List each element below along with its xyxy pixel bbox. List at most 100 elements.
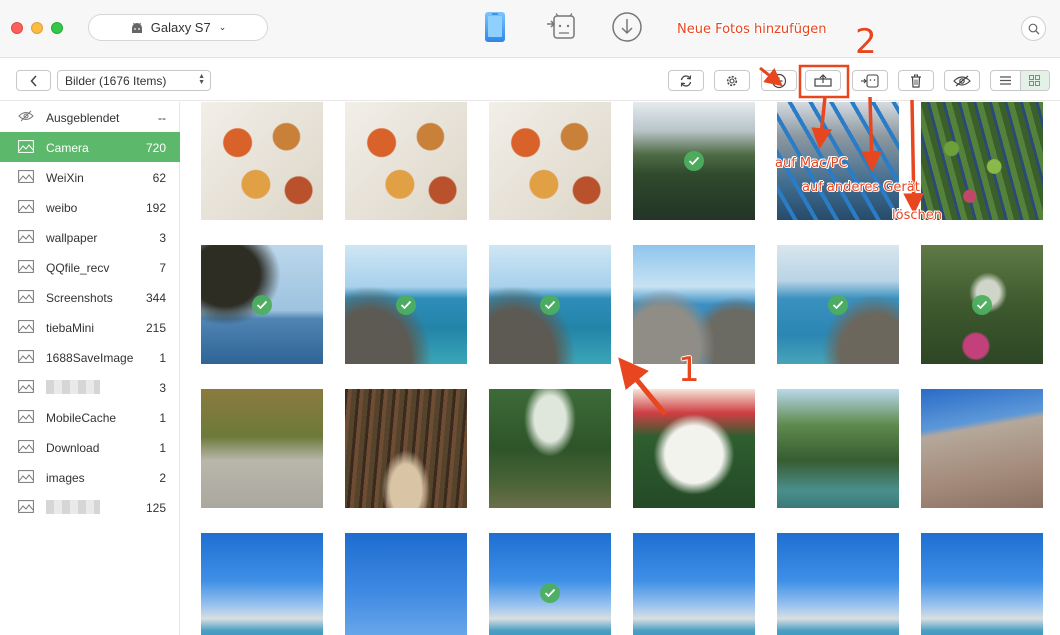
sidebar-item-label: Camera: [46, 141, 89, 155]
annotation-delete: löschen: [892, 208, 942, 223]
photo-thumbnail[interactable]: [201, 533, 323, 635]
image-icon: [18, 470, 34, 486]
photo-thumbnail[interactable]: [489, 389, 611, 508]
photo-thumbnail[interactable]: [345, 102, 467, 220]
image-icon: [18, 290, 34, 306]
annotation-step-two: 2: [855, 22, 877, 62]
image-icon: [18, 380, 34, 396]
sidebar-item[interactable]: weibo 192: [0, 192, 180, 222]
photo-thumbnail[interactable]: [777, 245, 899, 364]
phone-manager-icon[interactable]: [478, 10, 512, 44]
album-sidebar: Ausgeblendet -- Camera 720 WeiXin 62 weibo 192 w…: [0, 102, 180, 635]
image-icon: [18, 350, 34, 366]
annotation-add-photos: Neue Fotos hinzufügen: [677, 22, 827, 37]
sidebar-item-label: Download: [46, 441, 100, 455]
sidebar-item-count: 192: [145, 201, 166, 215]
export-to-computer-icon: [814, 73, 832, 87]
photo-thumbnail[interactable]: [633, 533, 755, 635]
image-icon: [18, 140, 34, 156]
sidebar-item[interactable]: Screenshots 344: [0, 282, 180, 312]
checkmark-icon: [540, 582, 560, 603]
image-icon: [18, 320, 34, 336]
close-window-button[interactable]: [11, 22, 23, 34]
sidebar-item-count: 7: [159, 261, 166, 275]
sidebar-item-count: 720: [145, 141, 166, 155]
hidden-eye-icon: [18, 110, 34, 125]
list-view-icon: [999, 76, 1011, 85]
photo-thumbnail[interactable]: [345, 245, 467, 364]
chevron-left-icon: [29, 74, 37, 87]
photo-thumbnail[interactable]: [921, 389, 1043, 508]
settings-button[interactable]: [714, 70, 750, 91]
checkmark-icon: [540, 294, 560, 315]
photo-thumbnail[interactable]: [201, 389, 323, 508]
sidebar-item-label: MobileCache: [46, 411, 117, 425]
photo-thumbnail[interactable]: [489, 245, 611, 364]
sidebar-item-count: 3: [159, 381, 166, 395]
device-selector[interactable]: Galaxy S7 ⌄: [88, 14, 268, 41]
photo-thumbnail[interactable]: [201, 245, 323, 364]
export-to-device-icon: [861, 73, 879, 88]
search-button[interactable]: [1021, 16, 1046, 41]
photo-thumbnail[interactable]: [633, 245, 755, 364]
sidebar-item[interactable]: tiebaMini 215: [0, 312, 180, 342]
sidebar-item[interactable]: MobileCache 1: [0, 402, 180, 432]
photo-thumbnail[interactable]: [921, 245, 1043, 364]
sidebar-item-label: WeiXin: [46, 171, 84, 185]
sidebar-item[interactable]: wallpaper 3: [0, 222, 180, 252]
sidebar-item[interactable]: images 2: [0, 462, 180, 492]
sidebar-item-label: wallpaper: [46, 231, 98, 245]
settings-icon: [726, 75, 738, 86]
photo-thumbnail[interactable]: [489, 533, 611, 635]
photo-thumbnail[interactable]: [777, 389, 899, 508]
image-icon: [18, 200, 34, 216]
export-to-computer-button[interactable]: [805, 70, 841, 91]
download-icon[interactable]: [610, 10, 644, 44]
checkmark-icon: [972, 294, 992, 315]
photo-thumbnail[interactable]: [201, 102, 323, 220]
grid-view-button[interactable]: [1019, 71, 1049, 90]
category-label: Bilder (1676 Items): [65, 73, 167, 88]
hide-icon: [953, 75, 971, 86]
annotation-step-one: 1: [678, 350, 700, 390]
back-button[interactable]: [16, 70, 51, 91]
minimize-window-button[interactable]: [31, 22, 43, 34]
category-dropdown[interactable]: Bilder (1676 Items) ▲ ▼: [57, 70, 211, 91]
android-icon: [131, 22, 142, 33]
hide-button[interactable]: [944, 70, 980, 91]
sidebar-item-count: 1: [159, 411, 166, 425]
photo-thumbnail[interactable]: [345, 389, 467, 508]
photo-thumbnail[interactable]: [633, 102, 755, 220]
annotation-to-mac: auf Mac/PC: [775, 156, 848, 171]
sidebar-item[interactable]: 3: [0, 372, 180, 402]
photo-thumbnail[interactable]: [921, 102, 1043, 220]
sidebar-item[interactable]: Camera 720: [0, 132, 180, 162]
photo-thumbnail[interactable]: [345, 533, 467, 635]
photo-grid: [181, 102, 1060, 635]
delete-button[interactable]: [898, 70, 934, 91]
sidebar-item-label: QQfile_recv: [46, 261, 110, 275]
image-icon: [18, 170, 34, 186]
sidebar-item[interactable]: 1688SaveImage 1: [0, 342, 180, 372]
photo-thumbnail[interactable]: [921, 533, 1043, 635]
refresh-button[interactable]: [668, 70, 704, 91]
view-toggle: [990, 70, 1050, 91]
image-icon: [18, 260, 34, 276]
sidebar-item-label: Ausgeblendet: [46, 111, 120, 125]
sidebar-item-label: 1688SaveImage: [46, 351, 134, 365]
sidebar-item[interactable]: Ausgeblendet --: [0, 102, 180, 132]
android-mover-icon[interactable]: [545, 10, 579, 44]
export-to-device-button[interactable]: [852, 70, 888, 91]
zoom-window-button[interactable]: [51, 22, 63, 34]
add-icon: [771, 73, 787, 88]
sidebar-item-count: --: [158, 111, 166, 125]
list-view-button[interactable]: [991, 71, 1020, 90]
sidebar-item[interactable]: WeiXin 62: [0, 162, 180, 192]
photo-thumbnail[interactable]: [489, 102, 611, 220]
photo-thumbnail[interactable]: [777, 533, 899, 635]
sidebar-item[interactable]: QQfile_recv 7: [0, 252, 180, 282]
sidebar-item[interactable]: Download 1: [0, 432, 180, 462]
add-photos-button[interactable]: [761, 70, 797, 91]
photo-thumbnail[interactable]: [633, 389, 755, 508]
sidebar-item[interactable]: 125: [0, 492, 180, 522]
